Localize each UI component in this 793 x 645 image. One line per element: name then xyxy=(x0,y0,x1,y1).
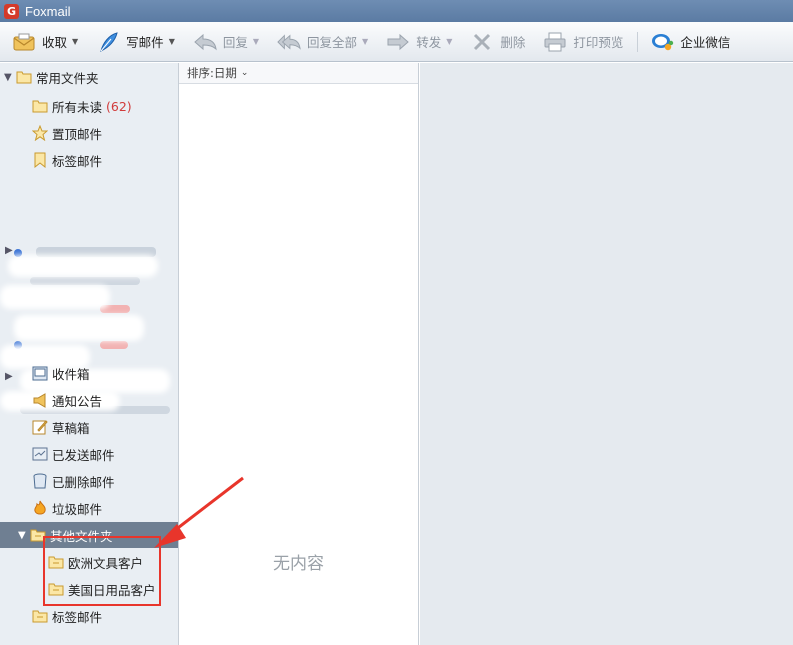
folder-inbox[interactable]: 收件箱 xyxy=(0,360,178,386)
trash-bin-icon xyxy=(32,473,48,489)
reply-button[interactable]: 回复 ▼ xyxy=(187,27,265,57)
folder-label: 收件箱 xyxy=(52,366,90,382)
folder-notices[interactable]: 通知公告 xyxy=(0,387,178,413)
receive-button[interactable]: 收取 ▼ xyxy=(6,27,84,57)
star-icon xyxy=(32,125,48,141)
folder-label: 通知公告 xyxy=(52,393,103,409)
window-title: Foxmail xyxy=(25,3,71,19)
reply-label: 回复 xyxy=(222,35,248,50)
toolbar: 收取 ▼ 写邮件 ▼ 回复 ▼ 回复全部 ▼ 转发 ▼ 删除 打印预览 企业微信 xyxy=(0,22,793,62)
forward-button[interactable]: 转发 ▼ xyxy=(380,27,458,57)
sort-label: 排序:日期 xyxy=(187,66,237,80)
folder-icon xyxy=(16,69,32,85)
wecom-button[interactable]: 企业微信 xyxy=(644,27,736,57)
expand-arrow-icon[interactable]: ▶ xyxy=(5,245,13,256)
bookmark-icon xyxy=(32,152,48,168)
forward-arrow-icon xyxy=(386,30,410,54)
compose-label: 写邮件 xyxy=(126,35,164,50)
message-list: 排序:日期 ⌄ 无内容 xyxy=(179,63,419,645)
reply-all-button[interactable]: 回复全部 ▼ xyxy=(271,27,374,57)
folder-label: 所有未读 xyxy=(52,99,103,115)
chevron-down-icon[interactable]: ▼ xyxy=(72,37,78,46)
folder-label: 垃圾邮件 xyxy=(52,501,103,517)
folder-label: 标签邮件 xyxy=(52,609,103,625)
reply-all-arrow-icon xyxy=(277,30,301,54)
chevron-down-icon[interactable]: ▼ xyxy=(446,37,452,46)
unread-count-badge: (62) xyxy=(106,98,132,114)
reply-all-label: 回复全部 xyxy=(307,35,358,50)
title-bar: G Foxmail xyxy=(0,0,793,22)
sort-bar[interactable]: 排序:日期 ⌄ xyxy=(179,63,418,84)
empty-placeholder: 无内容 xyxy=(273,554,324,574)
wecom-chat-icon xyxy=(650,30,674,54)
toolbar-separator xyxy=(637,31,639,52)
folder-sent[interactable]: 已发送邮件 xyxy=(0,441,178,467)
annotation-highlight-box xyxy=(43,536,161,606)
chevron-down-icon[interactable]: ⌄ xyxy=(241,68,249,78)
folder-label: 已发送邮件 xyxy=(52,447,115,463)
print-preview-label: 打印预览 xyxy=(573,35,624,50)
fire-icon xyxy=(32,500,48,516)
draft-icon xyxy=(32,419,48,435)
folder-tagged-bottom[interactable]: 标签邮件 xyxy=(0,603,178,629)
sent-mail-icon xyxy=(32,446,48,462)
folder-group-common[interactable]: ▼ 常用文件夹 xyxy=(0,64,178,90)
envelope-icon xyxy=(12,30,36,54)
feather-pen-icon xyxy=(96,30,120,54)
wecom-label: 企业微信 xyxy=(680,35,731,50)
delete-x-icon xyxy=(470,30,494,54)
delete-label: 删除 xyxy=(500,35,526,50)
collapse-arrow-icon[interactable]: ▼ xyxy=(4,72,16,83)
chevron-down-icon[interactable]: ▼ xyxy=(169,37,175,46)
folder-label: 草稿箱 xyxy=(52,420,90,436)
chevron-down-icon[interactable]: ▼ xyxy=(362,37,368,46)
printer-icon xyxy=(543,30,567,54)
folder-icon xyxy=(32,608,48,624)
reading-pane xyxy=(420,63,793,645)
delete-button[interactable]: 删除 xyxy=(464,27,531,57)
folder-spam[interactable]: 垃圾邮件 xyxy=(0,495,178,521)
folder-drafts[interactable]: 草稿箱 xyxy=(0,414,178,440)
collapse-arrow-icon[interactable]: ▼ xyxy=(18,530,30,541)
folder-label: 常用文件夹 xyxy=(36,70,99,86)
compose-button[interactable]: 写邮件 ▼ xyxy=(90,27,181,57)
folder-pinned[interactable]: 置顶邮件 xyxy=(0,120,178,146)
megaphone-icon xyxy=(32,392,48,408)
folder-deleted[interactable]: 已删除邮件 xyxy=(0,468,178,494)
foxmail-logo-icon: G xyxy=(4,3,19,19)
folder-icon xyxy=(32,98,48,114)
reply-arrow-icon xyxy=(193,30,217,54)
chevron-down-icon[interactable]: ▼ xyxy=(253,37,259,46)
folder-label: 已删除邮件 xyxy=(52,474,115,490)
forward-label: 转发 xyxy=(416,35,442,50)
folder-tagged[interactable]: 标签邮件 xyxy=(0,147,178,173)
folder-label: 置顶邮件 xyxy=(52,126,103,142)
folder-label: 标签邮件 xyxy=(52,153,103,169)
receive-label: 收取 xyxy=(42,35,68,50)
print-preview-button[interactable]: 打印预览 xyxy=(537,27,629,57)
folder-all-unread[interactable]: 所有未读 (62) xyxy=(0,93,178,119)
inbox-icon xyxy=(32,365,48,381)
